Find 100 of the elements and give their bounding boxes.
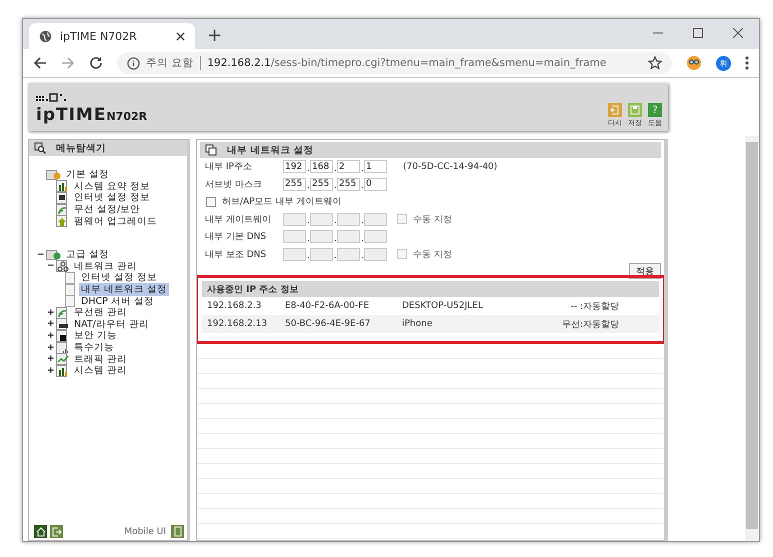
tree-item[interactable]: 고급 설정	[64, 248, 112, 262]
traffic-icon	[56, 353, 70, 366]
collapse-toggle[interactable]: +	[47, 308, 54, 318]
collapse-toggle[interactable]: +	[47, 366, 54, 376]
mac-address: (70-5D-CC-14-94-40)	[403, 162, 498, 172]
field-label: 내부 기본 DNS	[205, 231, 268, 244]
page-icon	[65, 272, 75, 284]
home-button[interactable]	[34, 525, 47, 538]
upgrade-icon	[56, 215, 70, 228]
chart-icon	[56, 180, 70, 192]
phone-button[interactable]	[171, 525, 184, 538]
table-cell-text: 192.168.2.13	[207, 319, 268, 329]
windows-icon	[205, 144, 217, 156]
logout-button[interactable]	[50, 525, 63, 538]
maximize-icon[interactable]	[693, 28, 703, 38]
folder-icon	[46, 168, 62, 181]
tree-item[interactable]: 기본 설정	[64, 168, 112, 182]
table-cell-text: iPhone	[402, 319, 434, 329]
special-icon	[56, 342, 70, 354]
tree-item[interactable]: 시스템 요약 정보	[72, 180, 152, 193]
checkbox-label: 허브/AP모드 내부 게이트웨이	[222, 196, 342, 208]
url-text: 192.168.2.1/sess-bin/timepro.cgi?tmenu=main_frame&smenu=main_frame	[207, 57, 606, 69]
field-label: 내부 IP주소	[205, 161, 253, 174]
back-icon[interactable]	[33, 56, 47, 70]
collapse-toggle[interactable]: +	[47, 330, 54, 341]
router-icon	[56, 318, 70, 330]
table-cell-text: -- :자동할당	[570, 300, 619, 312]
tree-item[interactable]: NAT/라우터 관리	[72, 318, 151, 331]
table-cell-text: E8-40-F2-6A-00-FE	[285, 301, 370, 311]
profile-avatar[interactable]: 휘	[716, 56, 731, 70]
save-button[interactable]	[628, 103, 642, 117]
info-icon	[127, 56, 140, 70]
wifi-icon	[56, 204, 70, 216]
table-cell-text: 192.168.2.3	[207, 301, 262, 311]
tree-item[interactable]: 무선 설정/보안	[72, 203, 142, 216]
checkbox-label: 수동 지정	[413, 214, 452, 226]
tree-item[interactable]: 트래픽 관리	[72, 352, 130, 366]
table-cell-text: 50-BC-96-4E-9E-67	[285, 319, 372, 329]
security-label: 주의 요함	[146, 56, 202, 70]
ip-octet-field[interactable]: 255	[310, 178, 333, 191]
table-cell-text: DESKTOP-U52JLEL	[402, 301, 484, 311]
section-title: 내부 네트워크 설정	[227, 144, 314, 156]
lock-icon	[56, 330, 70, 342]
tree-item[interactable]: 네트워크 관리	[72, 260, 140, 273]
tree-item[interactable]: 내부 네트워크 설정	[79, 283, 170, 296]
chart-icon	[56, 364, 70, 377]
mobile-ui-link[interactable]: Mobile UI	[124, 526, 166, 536]
star-icon[interactable]	[648, 56, 662, 70]
field-label: 내부 게이트웨이	[205, 214, 272, 226]
model-name: N702R	[106, 110, 148, 123]
tree-item[interactable]: 펌웨어 업그레이드	[72, 214, 160, 228]
panel-title: 메뉴탐색기	[56, 142, 106, 154]
new-tab-button[interactable]: +	[207, 25, 222, 46]
page-icon	[65, 284, 75, 296]
collapse-toggle[interactable]: −	[37, 250, 44, 260]
collapse-toggle[interactable]: +	[47, 319, 54, 330]
ip-octet-field[interactable]: 0	[364, 178, 387, 191]
checkbox-label: 수동 지정	[413, 248, 452, 261]
ip-octet-field[interactable]: 255	[337, 178, 360, 191]
table-cell-text: 무선:자동할당	[560, 318, 619, 330]
help-button[interactable]: ?	[648, 103, 662, 117]
globe-icon	[39, 30, 52, 42]
browser-tab[interactable]: ipTIME N702R	[29, 23, 195, 49]
scrollbar-thumb[interactable]	[746, 142, 758, 529]
reload-icon[interactable]	[89, 56, 103, 70]
ip-octet-field[interactable]: 1	[364, 160, 387, 174]
tree-item[interactable]: DHCP 서버 설정	[79, 294, 156, 308]
tab-title: ipTIME N702R	[60, 30, 137, 42]
ip-octet-field[interactable]: 255	[283, 178, 306, 191]
section-title: 사용중인 IP 주소 정보	[202, 281, 659, 297]
field-label: 서브넷 마스크	[205, 178, 263, 191]
monitor-icon	[56, 192, 70, 204]
collapse-toggle[interactable]: −	[47, 261, 54, 272]
close-icon[interactable]	[733, 28, 743, 38]
menu-icon[interactable]	[745, 56, 749, 70]
tree-item[interactable]: 특수기능	[72, 341, 116, 354]
forward-icon[interactable]	[61, 56, 75, 70]
tree-item[interactable]: 보안 기능	[72, 329, 120, 342]
collapse-toggle[interactable]: +	[47, 354, 54, 364]
ip-octet-field[interactable]: 2	[337, 160, 360, 174]
ip-octet-field[interactable]: 192	[283, 160, 306, 174]
search-icon	[34, 142, 46, 154]
checkbox[interactable]	[206, 196, 216, 207]
tree-item[interactable]: 인터넷 설정 정보	[72, 191, 152, 204]
collapse-toggle[interactable]: +	[47, 342, 54, 353]
folder-icon	[46, 248, 62, 261]
address-bar[interactable]: 주의 요함 192.168.2.1/sess-bin/timepro.cgi?tmenu=main_frame&smenu=main_frame	[117, 52, 672, 74]
tree-item[interactable]: 시스템 관리	[72, 364, 130, 378]
extension-icon[interactable]	[686, 55, 702, 71]
brand-logo: ipTIME	[36, 105, 106, 125]
ip-octet-field[interactable]: 168	[310, 160, 333, 174]
page-icon	[65, 295, 75, 308]
close-icon[interactable]	[176, 32, 185, 40]
network-icon	[56, 260, 70, 272]
wifi-icon	[56, 306, 70, 319]
field-label: 내부 보조 DNS	[205, 248, 268, 261]
tree-item[interactable]: 무선랜 관리	[72, 306, 130, 320]
scrollbar[interactable]	[745, 136, 759, 541]
refresh-button[interactable]	[608, 103, 622, 117]
tree-item[interactable]: 인터넷 설정 정보	[79, 271, 160, 284]
